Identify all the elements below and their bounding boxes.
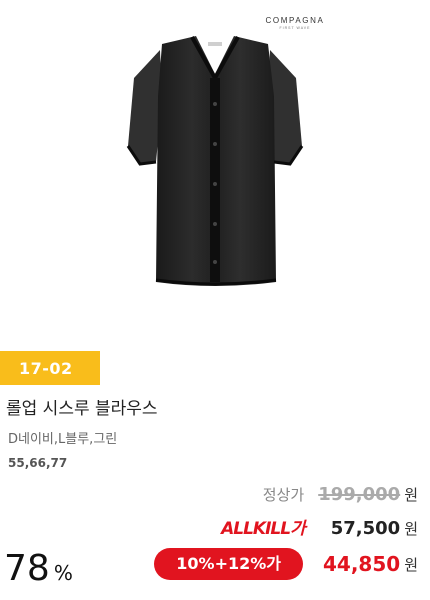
final-price: 44,850	[323, 552, 401, 576]
brand-logo: COMPAGNA FIRST WAVE	[262, 16, 328, 30]
product-title[interactable]: 롤업 시스루 블라우스	[6, 394, 158, 419]
discount-unit: %	[53, 561, 73, 585]
discount-rate: 78%	[4, 548, 73, 589]
product-image[interactable]	[120, 34, 310, 294]
product-sizes: 55,66,77	[8, 456, 68, 470]
discount-value: 78	[4, 548, 50, 589]
product-code: 17-02	[19, 359, 73, 378]
final-price-currency: 원	[404, 555, 418, 574]
brand-subtitle: FIRST WAVE	[279, 26, 311, 30]
allkill-logo: ALLKILL가	[221, 519, 306, 539]
allkill-price-row: ALLKILL가 57,500 원	[221, 514, 418, 539]
coupon-price-row: 10%+12%가 44,850 원	[154, 548, 418, 580]
product-image-area[interactable]: COMPAGNA FIRST WAVE	[0, 0, 430, 340]
product-code-badge: 17-02	[0, 351, 100, 385]
product-colors: D네이비,L블루,그린	[8, 432, 118, 447]
regular-price: 199,000	[318, 484, 401, 505]
allkill-price-currency: 원	[404, 520, 418, 538]
coupon-badge: 10%+12%가	[154, 548, 303, 580]
regular-price-label: 정상가	[262, 486, 305, 504]
product-card[interactable]: COMPAGNA FIRST WAVE 17-02 롤업 시스루 블라우스 D네…	[0, 0, 430, 600]
brand-name: COMPAGNA	[265, 16, 325, 25]
regular-price-currency: 원	[404, 486, 418, 504]
regular-price-row: 정상가 199,000 원	[263, 484, 418, 505]
allkill-price: 57,500	[330, 518, 401, 539]
